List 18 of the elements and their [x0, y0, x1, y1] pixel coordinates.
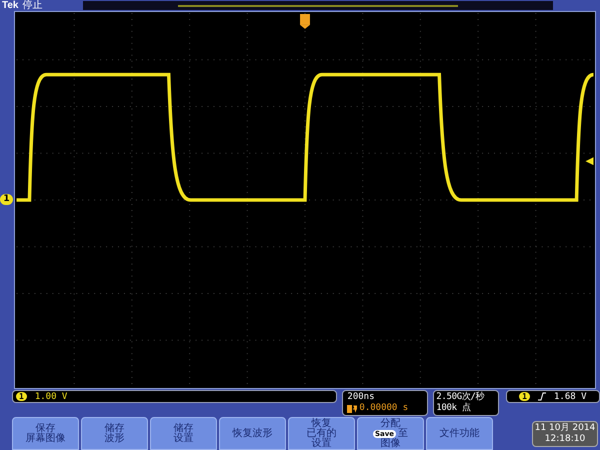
menu-button[interactable]: 文件功能 [426, 417, 493, 450]
acquisition-readout: 2.50G次/秒 100k 点 [433, 390, 500, 416]
trigger-position-icon [300, 14, 310, 29]
run-state-label: 停止 [22, 0, 42, 11]
brand-label: Tek [2, 0, 18, 11]
trigger-level-icon [586, 157, 594, 166]
trigger-offset-icon [347, 404, 358, 412]
channel-marker: 1 [0, 194, 13, 205]
menu-button[interactable]: 恢复波形 [219, 417, 286, 450]
menu-button[interactable]: 恢复 已有的 设置 [288, 417, 355, 450]
menu-button[interactable]: 保存 屏幕图像 [12, 417, 79, 450]
rising-edge-icon [538, 392, 546, 401]
trigger-readout: 1 1.68 V [506, 390, 600, 403]
menu-button[interactable]: 储存 波形 [81, 417, 148, 450]
channel-readout: 1 1.00 V [12, 390, 338, 403]
date-time-readout: 11 10月 2014 12:18:10 [532, 420, 598, 446]
timebase-readout: 200ns 0.00000 s [342, 390, 428, 416]
menu-button[interactable]: 储存 设置 [150, 417, 217, 450]
